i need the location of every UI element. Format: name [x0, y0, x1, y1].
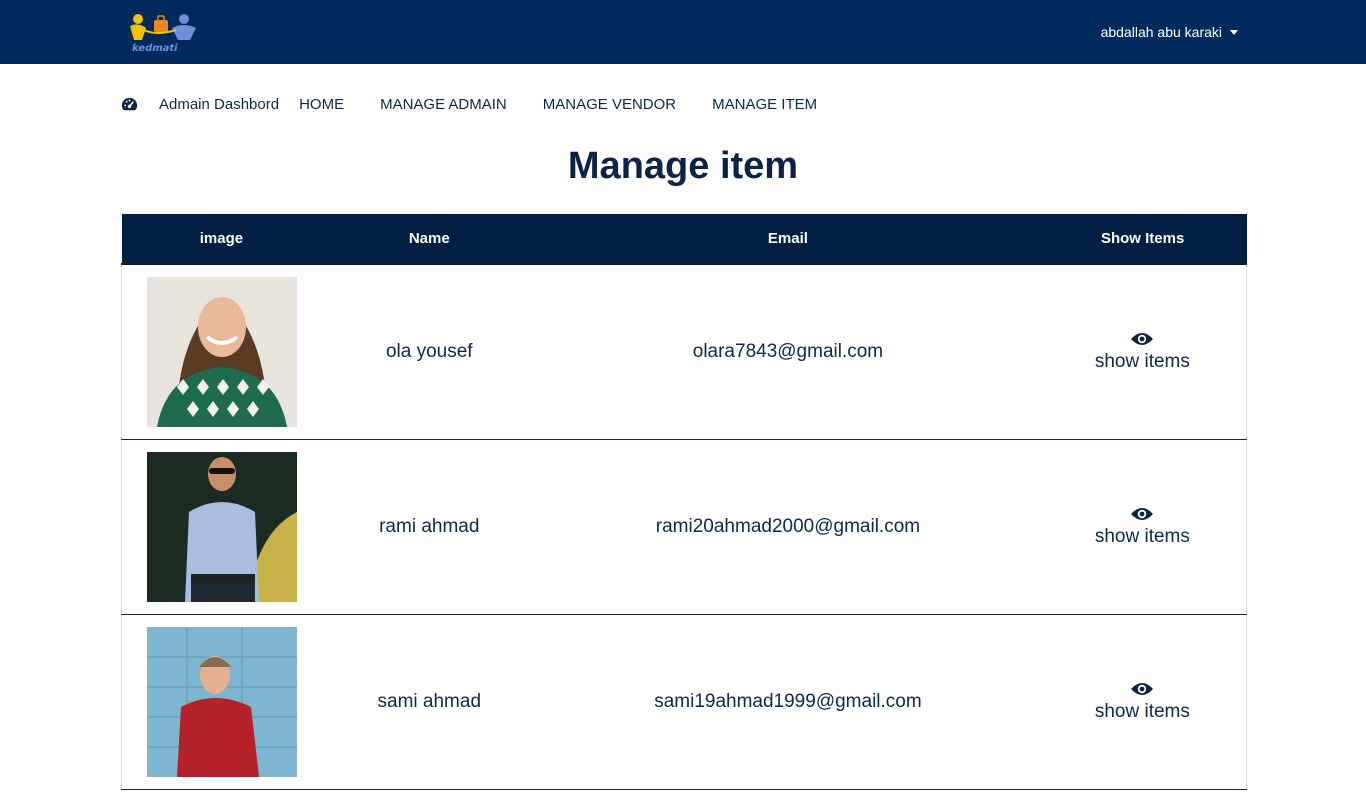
- email-cell: sami19ahmad1999@gmail.com: [537, 614, 1039, 790]
- table-row: rami ahmad rami20ahmad2000@gmail.com sho…: [121, 439, 1247, 615]
- image-cell: [121, 264, 322, 440]
- show-items-cell: show items: [1038, 264, 1247, 440]
- dashboard-gauge-icon: [121, 97, 138, 110]
- nav-manage-item[interactable]: MANAGE ITEM: [712, 96, 817, 113]
- show-items-label: show items: [1094, 700, 1190, 722]
- nav-manage-admin[interactable]: MANAGE ADMAIN: [380, 96, 507, 113]
- user-name: abdallah abu karaki: [1100, 24, 1222, 40]
- nav-manage-vendor[interactable]: MANAGE VENDOR: [543, 96, 676, 113]
- vendor-photo: [146, 626, 297, 777]
- page-title: Manage item: [567, 145, 799, 187]
- header-show-items: Show Items: [1038, 214, 1247, 265]
- show-items-button[interactable]: show items: [1095, 506, 1190, 548]
- name-cell: ola yousef: [321, 264, 538, 440]
- eye-icon: [1131, 332, 1154, 345]
- vendor-photo: [146, 276, 297, 427]
- eye-icon: [1131, 507, 1154, 520]
- email-cell: olara7843@gmail.com: [537, 264, 1039, 440]
- vendors-table: image Name Email Show Items ola yousef o…: [121, 214, 1247, 790]
- show-items-button[interactable]: show items: [1095, 681, 1190, 723]
- eye-icon: [1131, 682, 1154, 695]
- header-image: image: [121, 214, 322, 265]
- vendor-photo: [146, 451, 297, 602]
- main-nav: Admain Dashbord HOME MANAGE ADMAIN MANAG…: [120, 93, 853, 115]
- admin-dashboard-link[interactable]: Admain Dashbord: [159, 96, 279, 113]
- table-row: sami ahmad sami19ahmad1999@gmail.com sho…: [121, 614, 1247, 790]
- show-items-label: show items: [1094, 525, 1190, 547]
- svg-text:kedmati: kedmati: [132, 43, 178, 54]
- caret-down-icon: [1230, 30, 1238, 35]
- name-cell: rami ahmad: [321, 439, 538, 615]
- email-cell: rami20ahmad2000@gmail.com: [537, 439, 1039, 615]
- header-name: Name: [321, 214, 538, 265]
- table-row: ola yousef olara7843@gmail.com show item…: [121, 264, 1247, 440]
- image-cell: [121, 614, 322, 790]
- show-items-button[interactable]: show items: [1095, 331, 1190, 373]
- show-items-label: show items: [1094, 350, 1190, 372]
- nav-home[interactable]: HOME: [299, 96, 344, 113]
- show-items-cell: show items: [1038, 614, 1247, 790]
- user-dropdown[interactable]: abdallah abu karaki: [1101, 24, 1238, 40]
- image-cell: [121, 439, 322, 615]
- name-cell: sami ahmad: [321, 614, 538, 790]
- header-email: Email: [537, 214, 1039, 265]
- kedmati-logo[interactable]: kedmati: [126, 10, 212, 54]
- table-header-row: image Name Email Show Items: [121, 214, 1247, 265]
- top-navbar: kedmati abdallah abu karaki: [0, 0, 1366, 64]
- show-items-cell: show items: [1038, 439, 1247, 615]
